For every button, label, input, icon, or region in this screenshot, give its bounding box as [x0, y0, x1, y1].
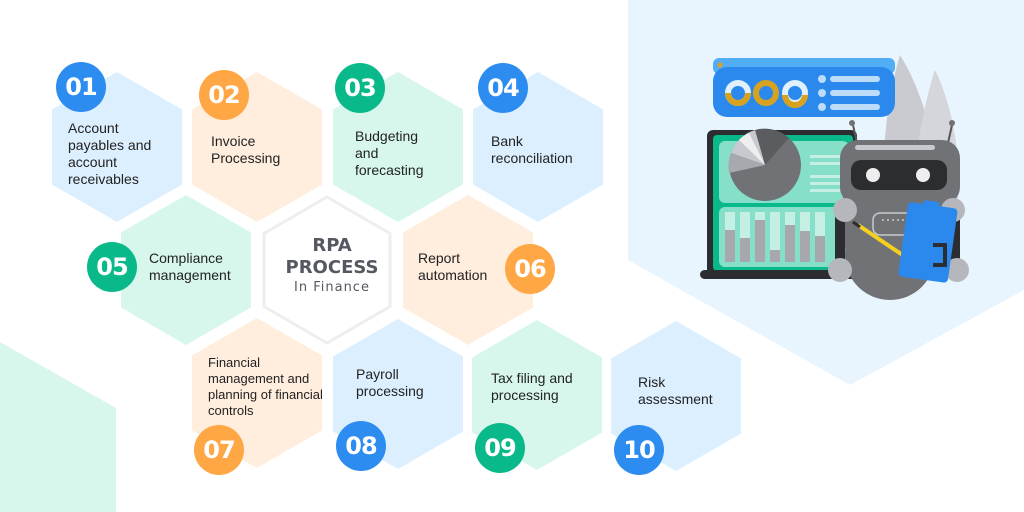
step-badge-10: 10 [614, 425, 664, 475]
center-title: RPA PROCESS In Finance [262, 235, 402, 297]
robot [828, 120, 969, 300]
step-label-02: Invoice Processing [211, 133, 281, 166]
center-subtitle: In Finance [294, 280, 370, 295]
dashboard-card [713, 58, 895, 117]
step-badge-03: 03 [335, 63, 385, 113]
pie-chart-icon [728, 128, 801, 201]
center-title-line1: RPA [312, 235, 352, 256]
bar-chart-icon [725, 212, 825, 262]
step-label-05: Compliance management [149, 250, 231, 283]
step-label-06: Report automation [418, 250, 488, 283]
step-label-09: Tax filing and processing [491, 370, 573, 403]
step-badge-04: 04 [478, 63, 528, 113]
step-badge-02: 02 [199, 70, 249, 120]
step-label-01: Account payables and account receivables [68, 120, 152, 187]
step-label-10: Risk assessment [638, 374, 713, 407]
step-badge-05: 05 [87, 242, 137, 292]
step-badge-07: 07 [194, 425, 244, 475]
step-badge-01: 01 [56, 62, 106, 112]
step-badge-08: 08 [336, 421, 386, 471]
step-label-04: Bank reconciliation [491, 133, 573, 166]
step-label-07: Financial management and planning of fin… [208, 355, 323, 418]
robot-illustration [700, 55, 969, 300]
clipboard-icon [898, 200, 958, 283]
step-badge-06: 06 [505, 244, 555, 294]
center-title-line2: PROCESS [285, 257, 379, 278]
step-label-03: Budgeting and forecasting [355, 128, 424, 178]
bg-hexagon-left [0, 342, 116, 512]
step-label-08: Payroll processing [356, 366, 424, 399]
step-badge-09: 09 [475, 423, 525, 473]
